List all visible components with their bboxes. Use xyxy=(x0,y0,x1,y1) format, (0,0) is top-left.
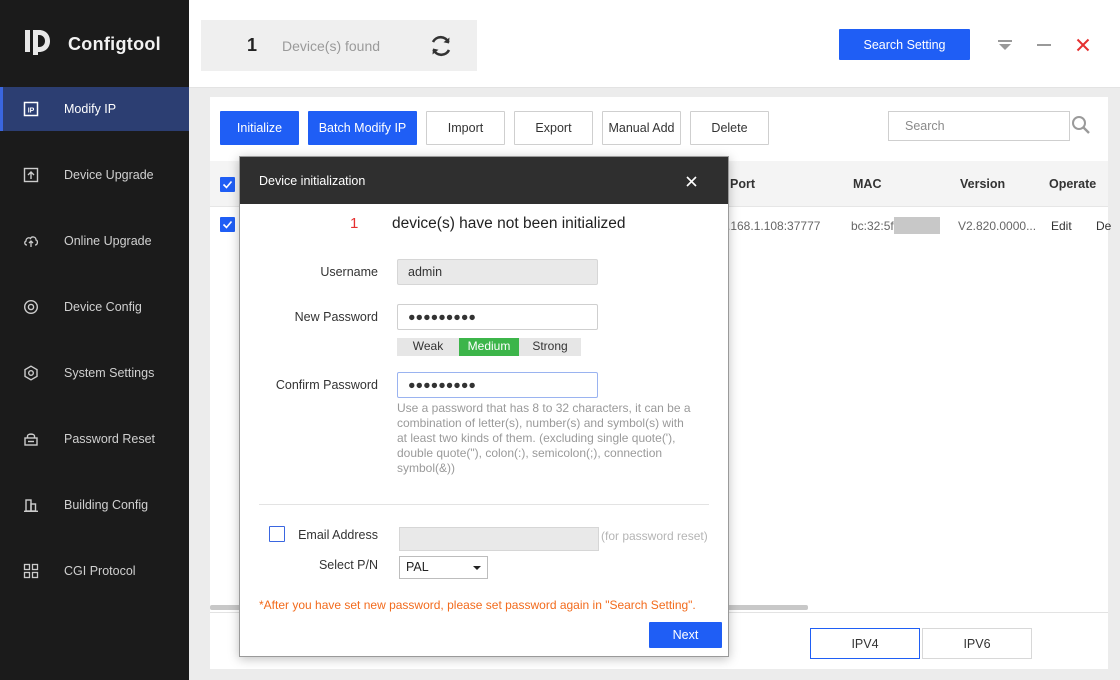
dialog-header: Device initialization xyxy=(240,157,728,204)
export-button[interactable]: Export xyxy=(514,111,593,145)
row-checkbox[interactable] xyxy=(220,217,235,232)
column-header-version[interactable]: Version xyxy=(960,177,1005,191)
cell-version: V2.820.0000... xyxy=(958,219,1037,233)
password-strength-meter: Weak Medium Strong xyxy=(397,338,581,356)
row-delete-link[interactable]: De xyxy=(1096,219,1111,233)
chevron-down-icon xyxy=(473,566,481,570)
search-input[interactable] xyxy=(889,112,1069,140)
dialog-title: Device initialization xyxy=(259,174,366,188)
device-count: 1 xyxy=(247,35,258,55)
confirm-password-label: Confirm Password xyxy=(275,378,378,392)
email-address-checkbox[interactable] xyxy=(269,526,285,542)
device-upgrade-icon xyxy=(22,166,40,184)
initialize-button[interactable]: Initialize xyxy=(220,111,299,145)
username-label: Username xyxy=(320,265,378,279)
sidebar-item-online-upgrade[interactable]: Online Upgrade xyxy=(0,219,189,263)
password-reset-icon xyxy=(22,430,40,448)
row-edit-link[interactable]: Edit xyxy=(1051,219,1072,233)
sidebar-item-device-upgrade[interactable]: Device Upgrade xyxy=(0,153,189,197)
close-icon[interactable] xyxy=(684,174,698,188)
toolbar: Initialize Batch Modify IP Import Export… xyxy=(220,111,778,145)
app-name: Configtool xyxy=(68,33,161,54)
select-pn-label: Select P/N xyxy=(318,558,378,572)
search-setting-button[interactable]: Search Setting xyxy=(839,29,970,60)
import-button[interactable]: Import xyxy=(426,111,505,145)
sidebar-nav: IP Modify IP Device Upgrade Online Upgra… xyxy=(0,87,189,615)
dropdown-menu-icon[interactable] xyxy=(996,36,1014,54)
new-password-field[interactable] xyxy=(397,304,598,330)
uninitialized-message: device(s) have not been initialized xyxy=(392,215,626,232)
password-rules-hint: Use a password that has 8 to 32 characte… xyxy=(397,401,691,475)
strength-weak: Weak xyxy=(412,339,444,353)
sidebar: Configtool IP Modify IP Device Upgrade O… xyxy=(0,0,189,680)
mac-redaction xyxy=(893,216,940,234)
batch-modify-ip-button[interactable]: Batch Modify IP xyxy=(308,111,417,145)
device-initialization-dialog: Device initialization 1 device(s) have n… xyxy=(239,156,729,657)
password-warning: *After you have set new password, please… xyxy=(259,598,696,612)
sidebar-item-label: Online Upgrade xyxy=(64,234,152,248)
top-bar: 1 Device(s) found Search Setting xyxy=(189,0,1120,88)
sidebar-item-cgi-protocol[interactable]: CGI Protocol xyxy=(0,549,189,593)
delete-button[interactable]: Delete xyxy=(690,111,769,145)
next-button[interactable]: Next xyxy=(649,622,722,648)
sidebar-item-modify-ip[interactable]: IP Modify IP xyxy=(0,87,189,131)
new-password-label: New Password xyxy=(294,310,378,324)
sidebar-item-label: Device Config xyxy=(64,300,142,314)
online-upgrade-icon xyxy=(22,232,40,250)
mac-prefix: bc:32:5f xyxy=(851,219,894,233)
sidebar-item-label: Device Upgrade xyxy=(64,168,154,182)
sidebar-item-device-config[interactable]: Device Config xyxy=(0,285,189,329)
dialog-divider xyxy=(259,504,709,505)
devices-found-label: Device(s) found xyxy=(282,37,381,54)
column-header-operate: Operate xyxy=(1049,177,1097,191)
system-settings-icon xyxy=(22,364,40,382)
close-icon[interactable] xyxy=(1074,36,1092,54)
confirm-password-field[interactable] xyxy=(397,372,598,398)
select-pn-value: PAL xyxy=(406,560,429,574)
cell-ip-port: .168.1.108:37777 xyxy=(727,219,821,233)
building-config-icon xyxy=(22,496,40,514)
email-address-label: Email Address xyxy=(298,528,378,542)
strength-strong: Strong xyxy=(532,339,568,353)
sidebar-item-label: System Settings xyxy=(64,366,155,380)
search-icon[interactable] xyxy=(1070,114,1092,136)
refresh-icon[interactable] xyxy=(428,33,454,59)
email-reset-hint: (for password reset) xyxy=(601,529,708,543)
sidebar-item-label: Building Config xyxy=(64,498,149,512)
email-address-field[interactable] xyxy=(399,527,599,551)
app-logo-icon xyxy=(25,30,50,55)
ipv6-toggle[interactable]: IPV6 xyxy=(922,628,1032,659)
uninitialized-count: 1 xyxy=(350,215,359,232)
select-pn-dropdown[interactable]: PAL xyxy=(399,556,488,579)
username-field xyxy=(397,259,598,285)
sidebar-item-label: CGI Protocol xyxy=(64,564,136,578)
sidebar-item-system-settings[interactable]: System Settings xyxy=(0,351,189,395)
sidebar-item-building-config[interactable]: Building Config xyxy=(0,483,189,527)
sidebar-item-label: Password Reset xyxy=(64,432,156,446)
column-header-mac[interactable]: MAC xyxy=(853,177,881,191)
manual-add-button[interactable]: Manual Add xyxy=(602,111,681,145)
ipv4-toggle[interactable]: IPV4 xyxy=(810,628,920,659)
select-all-checkbox[interactable] xyxy=(220,177,235,192)
svg-text:IP: IP xyxy=(28,108,35,115)
strength-medium: Medium xyxy=(459,338,519,356)
minimize-icon[interactable] xyxy=(1035,36,1053,54)
cgi-protocol-icon xyxy=(22,562,40,580)
search-box xyxy=(888,111,1070,141)
sidebar-item-password-reset[interactable]: Password Reset xyxy=(0,417,189,461)
cell-mac: bc:32:5f xyxy=(851,216,940,234)
devices-found-panel: 1 Device(s) found xyxy=(201,20,477,71)
brand: Configtool xyxy=(22,26,161,62)
modify-ip-icon: IP xyxy=(22,100,40,118)
device-config-icon xyxy=(22,298,40,316)
column-header-port[interactable]: Port xyxy=(730,177,755,191)
sidebar-item-label: Modify IP xyxy=(64,102,117,116)
